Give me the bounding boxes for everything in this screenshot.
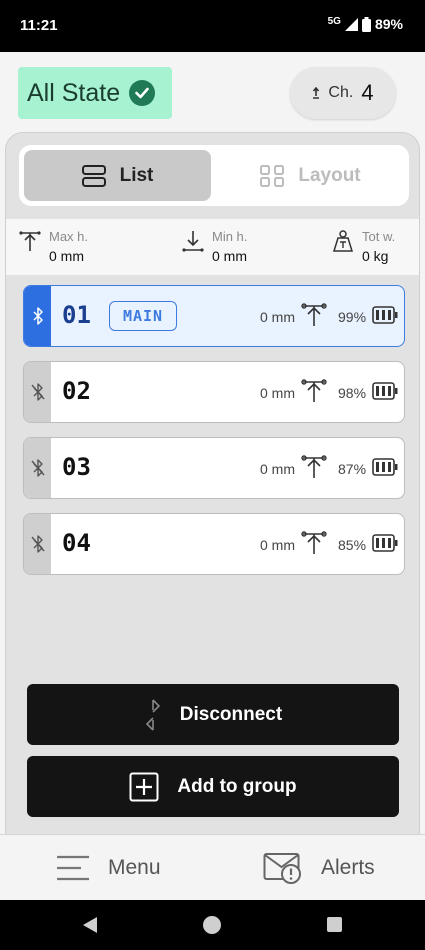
device-row-01[interactable]: 01 MAIN 0 mm 99% (23, 285, 405, 347)
weight-icon (332, 230, 354, 252)
state-label: All State (27, 78, 121, 107)
height-icon (301, 531, 327, 554)
battery-icon (372, 306, 398, 324)
nav-alerts-label: Alerts (321, 856, 375, 879)
devices-panel: List Layout Max h. 0 mm Min h. 0 mm Tot … (5, 132, 420, 852)
height-icon (301, 379, 327, 402)
device-battery-percent: 87% (338, 461, 367, 477)
stat-max-value: 0 mm (49, 248, 84, 264)
nav-menu-label: Menu (108, 856, 161, 879)
stat-min-label: Min h. (212, 229, 248, 244)
status-time: 11:21 (20, 17, 58, 34)
device-row-02[interactable]: 02 0 mm 98% (23, 361, 405, 423)
battery-icon (372, 382, 398, 400)
disconnect-label: Disconnect (179, 703, 283, 725)
bluetooth-off-icon (30, 535, 45, 553)
device-number: 02 (62, 377, 91, 405)
nav-menu[interactable]: Menu (56, 835, 161, 901)
device-height: 0 mm (260, 461, 295, 477)
status-bar: 11:21 5G 89% (0, 0, 425, 52)
app-screen: All State Ch. 4 List Layout Max h. 0 mm … (0, 52, 425, 852)
device-battery-percent: 98% (338, 385, 367, 401)
device-number: 01 (62, 301, 91, 329)
tab-list-label: List (119, 164, 154, 186)
max-height-icon (19, 231, 41, 251)
disconnect-button[interactable]: Disconnect (27, 684, 399, 745)
channel-label: Ch. (328, 84, 354, 101)
bottom-nav: Menu Alerts (0, 834, 425, 900)
status-indicators: 5G 89% (327, 15, 403, 33)
bluetooth-disconnect-icon (145, 698, 160, 731)
stat-total-weight: Tot w. 0 kg (332, 229, 395, 264)
bluetooth-off-icon (30, 383, 45, 401)
tab-list[interactable]: List (24, 150, 211, 201)
stat-weight-value: 0 kg (362, 248, 389, 264)
device-battery-percent: 99% (338, 309, 367, 325)
bluetooth-off-icon (30, 459, 45, 477)
stat-weight-label: Tot w. (362, 229, 396, 244)
device-number: 03 (62, 453, 91, 481)
add-box-icon (129, 772, 159, 801)
height-icon (301, 303, 327, 326)
device-battery-percent: 85% (338, 537, 367, 553)
device-height: 0 mm (260, 537, 295, 553)
battery-icon (372, 458, 398, 476)
add-to-group-button[interactable]: Add to group (27, 756, 399, 817)
all-state-badge[interactable]: All State (18, 67, 172, 119)
tab-layout[interactable]: Layout (217, 150, 404, 201)
stat-min-value: 0 mm (212, 248, 247, 264)
battery-status-icon (361, 16, 371, 32)
battery-icon (372, 534, 398, 552)
recents-icon[interactable] (327, 917, 342, 932)
list-icon (81, 164, 106, 187)
alerts-icon (263, 853, 301, 884)
bluetooth-connected-strip (24, 286, 51, 346)
tab-layout-label: Layout (298, 164, 361, 186)
stat-max-label: Max h. (49, 229, 89, 244)
signal-icon (344, 17, 358, 31)
network-type: 5G (327, 15, 341, 27)
stat-min-height: Min h. 0 mm (182, 229, 247, 264)
bluetooth-disconnected-strip (24, 514, 51, 574)
min-height-icon (182, 231, 204, 252)
device-height: 0 mm (260, 385, 295, 401)
menu-icon (57, 855, 89, 881)
channel-selector[interactable]: Ch. 4 (290, 67, 396, 119)
back-icon[interactable] (82, 916, 98, 934)
device-number: 04 (62, 529, 91, 557)
main-badge: MAIN (109, 301, 177, 331)
view-switcher: List Layout (19, 145, 409, 206)
device-height: 0 mm (260, 309, 295, 325)
bluetooth-disconnected-strip (24, 362, 51, 422)
device-row-04[interactable]: 04 0 mm 85% (23, 513, 405, 575)
channel-icon (313, 87, 320, 99)
device-row-03[interactable]: 03 0 mm 87% (23, 437, 405, 499)
stats-bar: Max h. 0 mm Min h. 0 mm Tot w. 0 kg (6, 219, 419, 275)
check-icon (129, 80, 156, 106)
add-to-group-label: Add to group (177, 775, 297, 797)
nav-alerts[interactable]: Alerts (263, 835, 375, 901)
home-icon[interactable] (203, 916, 221, 934)
system-nav-bar (0, 900, 425, 950)
grid-icon (260, 164, 285, 187)
battery-percent: 89% (374, 16, 403, 32)
bluetooth-disconnected-strip (24, 438, 51, 498)
stat-max-height: Max h. 0 mm (19, 229, 88, 264)
channel-value: 4 (361, 80, 374, 105)
bluetooth-icon (32, 307, 43, 325)
height-icon (301, 455, 327, 478)
